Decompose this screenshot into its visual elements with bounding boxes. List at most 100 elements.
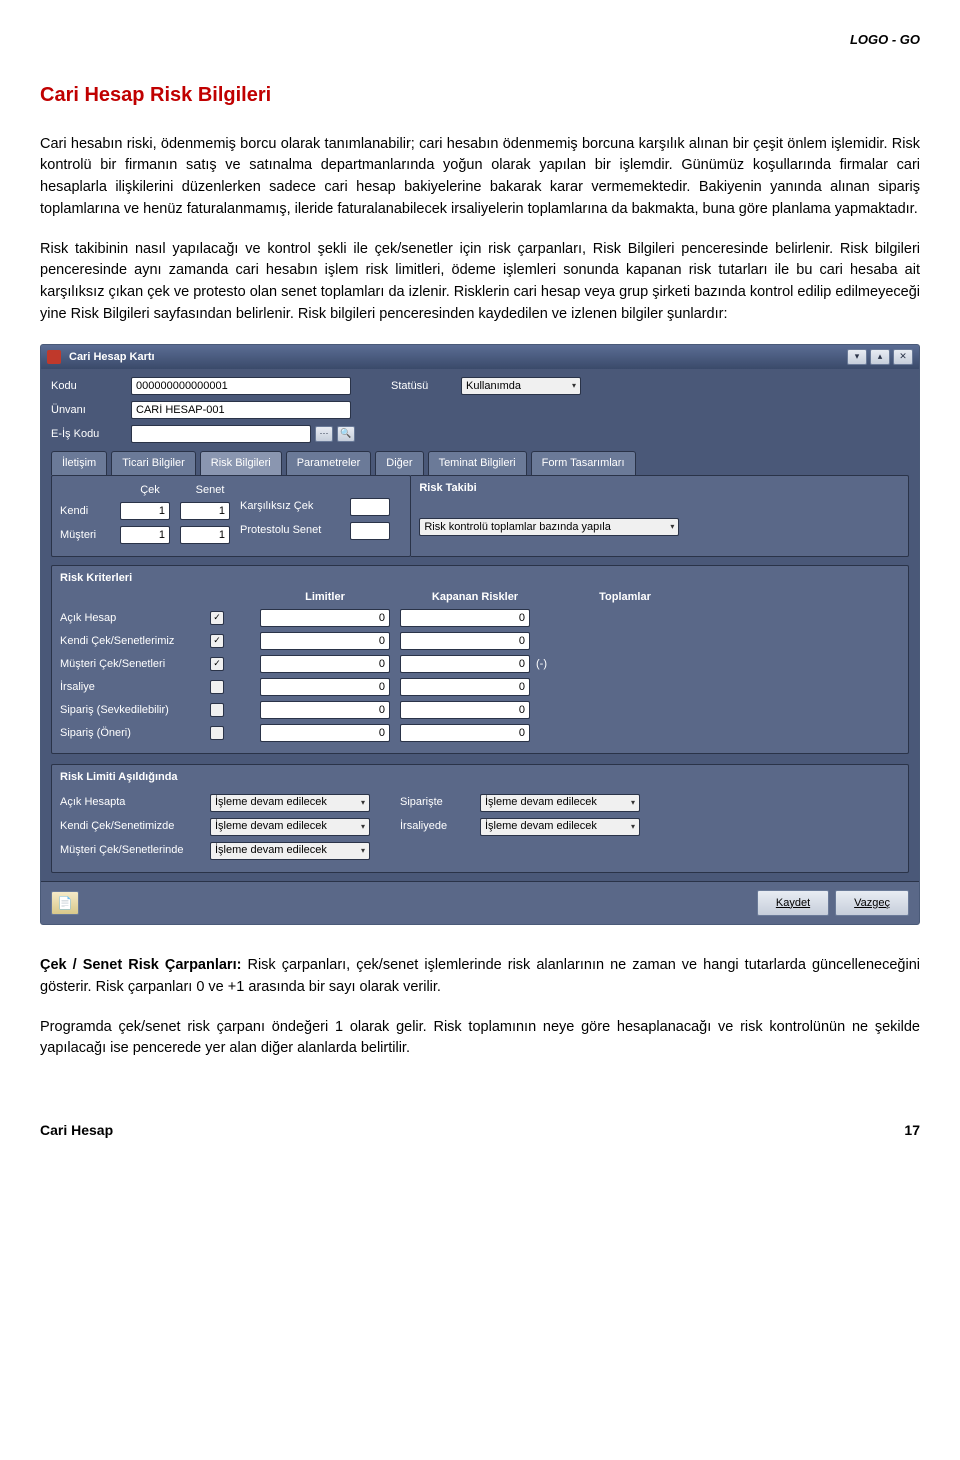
risk-kontrol-select[interactable]: Risk kontrolü toplamlar bazında yapıla ▾ — [419, 518, 679, 536]
rk-limit-input[interactable] — [260, 632, 390, 650]
protestolu-input[interactable] — [350, 522, 390, 540]
musteri-cek-input[interactable] — [120, 526, 170, 544]
karsiliksiz-label: Karşılıksız Çek — [240, 498, 350, 515]
rk-kapanan-input[interactable] — [400, 632, 530, 650]
rk-kapanan-input[interactable] — [400, 655, 530, 673]
tab-parametreler[interactable]: Parametreler — [286, 451, 372, 475]
rk-label: Kendi Çek/Senetlerimiz — [60, 633, 210, 650]
paragraph-4: Programda çek/senet risk çarpanı öndeğer… — [40, 1017, 920, 1061]
tab-risk-bilgileri[interactable]: Risk Bilgileri — [200, 451, 282, 475]
chevron-down-icon: ▾ — [631, 797, 635, 809]
unvani-input[interactable] — [131, 401, 351, 419]
rl-select-1[interactable]: İşleme devam edilecek▾ — [210, 818, 370, 836]
rl-select-1[interactable]: İşleme devam edilecek▾ — [210, 794, 370, 812]
rk-checkbox[interactable] — [210, 680, 224, 694]
protestolu-label: Protestolu Senet — [240, 522, 350, 539]
eis-helper-1[interactable]: ⋯ — [315, 426, 333, 442]
statusu-label: Statüsü — [391, 378, 461, 395]
maximize-button[interactable]: ▴ — [870, 349, 890, 365]
rk-limit-input[interactable] — [260, 655, 390, 673]
window-body: Kodu Statüsü Kullanımda ▾ Ünvanı E-İş Ko… — [41, 369, 919, 881]
toplamlar-header: Toplamlar — [550, 589, 700, 606]
statusu-select[interactable]: Kullanımda ▾ — [461, 377, 581, 395]
kapanan-header: Kapanan Riskler — [400, 589, 550, 606]
cek-senet-panel: Çek Senet Kendi Müşteri — [51, 475, 411, 558]
risk-kriter-row: İrsaliye — [60, 678, 900, 696]
musteri-label: Müşteri — [60, 527, 120, 544]
kaydet-button[interactable]: Kaydet — [757, 890, 829, 917]
rl-label-1: Açık Hesapta — [60, 794, 210, 811]
rk-checkbox[interactable] — [210, 703, 224, 717]
rl-select-2[interactable]: İşleme devam edilecek▾ — [480, 818, 640, 836]
chevron-down-icon: ▾ — [361, 797, 365, 809]
page-footer: Cari Hesap 17 — [40, 1120, 920, 1141]
window-title: Cari Hesap Kartı — [69, 349, 844, 366]
cek-header: Çek — [120, 482, 180, 499]
risk-kontrol-value: Risk kontrolü toplamlar bazında yapıla — [424, 519, 610, 536]
risk-kriter-row: Sipariş (Sevkedilebilir) — [60, 701, 900, 719]
rk-kapanan-input[interactable] — [400, 701, 530, 719]
close-button[interactable]: ✕ — [893, 349, 913, 365]
window-footer: 📄 Kaydet Vazgeç — [41, 881, 919, 925]
rl-select-1[interactable]: İşleme devam edilecek▾ — [210, 842, 370, 860]
rl-label-1: Müşteri Çek/Senetlerinde — [60, 842, 210, 859]
tab-diger[interactable]: Diğer — [375, 451, 423, 475]
footer-left: Cari Hesap — [40, 1120, 724, 1141]
rk-label: İrsaliye — [60, 679, 210, 696]
kendi-senet-input[interactable] — [180, 502, 230, 520]
risk-limiti-panel: Risk Limiti Aşıldığında Açık Hesaptaİşle… — [51, 764, 909, 873]
risk-limit-row: Müşteri Çek/Senetlerindeİşleme devam edi… — [60, 842, 900, 860]
rk-label: Sipariş (Öneri) — [60, 725, 210, 742]
cari-hesap-window: Cari Hesap Kartı ▾ ▴ ✕ Kodu Statüsü Kull… — [40, 344, 920, 926]
tab-bar: İletişim Ticari Bilgiler Risk Bilgileri … — [51, 451, 909, 475]
musteri-senet-input[interactable] — [180, 526, 230, 544]
rk-limit-input[interactable] — [260, 678, 390, 696]
tab-iletisim[interactable]: İletişim — [51, 451, 107, 475]
kendi-label: Kendi — [60, 503, 120, 520]
kodu-input[interactable] — [131, 377, 351, 395]
tab-form-tasarimlari[interactable]: Form Tasarımları — [531, 451, 636, 475]
rk-limit-input[interactable] — [260, 701, 390, 719]
risk-kriter-row: Kendi Çek/Senetlerimiz✓ — [60, 632, 900, 650]
risk-limit-row: Kendi Çek/Senetimizdeİşleme devam edilec… — [60, 818, 900, 836]
notes-icon[interactable]: 📄 — [51, 891, 79, 915]
rk-checkbox[interactable] — [210, 726, 224, 740]
page-title: Cari Hesap Risk Bilgileri — [40, 80, 920, 110]
paragraph-3: Çek / Senet Risk Çarpanları: Risk çarpan… — [40, 955, 920, 999]
rl-label-2: İrsaliyede — [400, 818, 480, 835]
rk-limit-input[interactable] — [260, 724, 390, 742]
eis-input[interactable] — [131, 425, 311, 443]
risk-kriter-row: Açık Hesap✓ — [60, 609, 900, 627]
chevron-down-icon: ▾ — [361, 845, 365, 857]
karsiliksiz-input[interactable] — [350, 498, 390, 516]
rk-kapanan-input[interactable] — [400, 678, 530, 696]
rk-limit-input[interactable] — [260, 609, 390, 627]
chevron-down-icon: ▾ — [572, 380, 576, 392]
rk-kapanan-input[interactable] — [400, 609, 530, 627]
chevron-down-icon: ▾ — [631, 821, 635, 833]
vazgec-button[interactable]: Vazgeç — [835, 890, 909, 917]
titlebar: Cari Hesap Kartı ▾ ▴ ✕ — [41, 345, 919, 370]
senet-header: Senet — [180, 482, 240, 499]
limitler-header: Limitler — [250, 589, 400, 606]
rk-checkbox[interactable]: ✓ — [210, 634, 224, 648]
rl-label-1: Kendi Çek/Senetimizde — [60, 818, 210, 835]
rk-kapanan-input[interactable] — [400, 724, 530, 742]
rk-checkbox[interactable]: ✓ — [210, 611, 224, 625]
kodu-label: Kodu — [51, 378, 131, 395]
eis-label: E-İş Kodu — [51, 426, 131, 443]
rk-label: Açık Hesap — [60, 610, 210, 627]
minimize-button[interactable]: ▾ — [847, 349, 867, 365]
risk-kriterleri-panel: Risk Kriterleri Limitler Kapanan Riskler… — [51, 565, 909, 754]
risk-takibi-panel: Risk Takibi Risk kontrolü toplamlar bazı… — [411, 475, 909, 558]
eis-helper-2[interactable]: 🔍 — [337, 426, 355, 442]
risk-limiti-title: Risk Limiti Aşıldığında — [60, 769, 900, 786]
paragraph-1: Cari hesabın riski, ödenmemiş borcu olar… — [40, 134, 920, 221]
rk-checkbox[interactable]: ✓ — [210, 657, 224, 671]
paragraph-2: Risk takibinin nasıl yapılacağı ve kontr… — [40, 239, 920, 326]
chevron-down-icon: ▾ — [361, 821, 365, 833]
rl-select-2[interactable]: İşleme devam edilecek▾ — [480, 794, 640, 812]
tab-ticari[interactable]: Ticari Bilgiler — [111, 451, 196, 475]
tab-teminat[interactable]: Teminat Bilgileri — [428, 451, 527, 475]
kendi-cek-input[interactable] — [120, 502, 170, 520]
